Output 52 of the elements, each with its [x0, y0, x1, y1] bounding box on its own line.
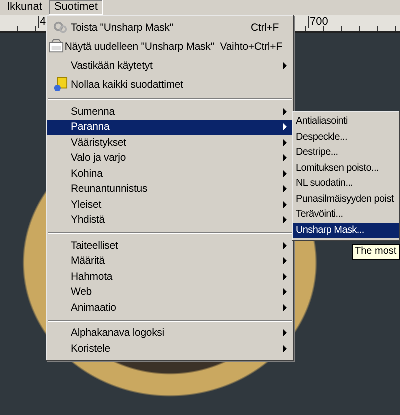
menu-item[interactable]: Taiteelliset [47, 238, 293, 254]
menu-item-label: Taiteelliset [71, 240, 120, 252]
menu-item[interactable]: Paranna [47, 120, 293, 135]
menu-item[interactable]: Sumenna [47, 104, 293, 120]
menu-item-label: Animaatio [71, 302, 118, 314]
ruler-label: 700 [308, 16, 328, 28]
menu-item-label: Yhdistä [71, 214, 106, 226]
tooltip: The most [352, 244, 400, 260]
menu-item-label: Paranna [71, 121, 111, 134]
menu-bar-item[interactable]: Suotimet [49, 0, 103, 15]
shortcut-label: Ctrl+F [251, 22, 279, 34]
menu-item[interactable]: Unsharp Mask... [293, 222, 399, 238]
menu-item[interactable]: Kohina [47, 166, 293, 182]
menu-item[interactable]: NL suodatin... [293, 176, 399, 192]
menu-item-label: Sumenna [71, 106, 116, 118]
menu-item-label: Vääristykset [71, 136, 128, 149]
menu-item[interactable]: Reunantunnistus [47, 182, 293, 197]
menu-item[interactable]: Vääristykset [47, 135, 293, 150]
menu-item[interactable]: Yleiset [47, 197, 293, 212]
menu-item[interactable]: Web [47, 284, 293, 300]
menu-item-label: Alphakanava logoksi [71, 327, 166, 340]
menu-item-label: Yleiset [71, 198, 103, 211]
menu-item[interactable]: Lomituksen poisto... [293, 160, 399, 176]
menu-item-label: Hahmota [71, 270, 114, 283]
menu-item-label: Määritä [71, 255, 106, 268]
menu-item[interactable]: Hahmota [47, 269, 293, 284]
menu-item[interactable]: Koristele [47, 341, 293, 356]
shortcut-label: Vaihto+Ctrl+F [220, 40, 282, 52]
menu-item[interactable]: Yhdistä [47, 212, 293, 228]
menu-item[interactable]: Despeckle... [293, 130, 399, 145]
menu-item[interactable]: Animaatio [47, 300, 293, 316]
menu-item-label: Valo ja varjo [71, 152, 128, 164]
menu-item[interactable]: Näytä uudelleen "Unsharp Mask" Vaihto+Ctrl+F [47, 37, 293, 56]
menu-item[interactable]: Terävöinti... [293, 207, 399, 222]
menu-item-label: Nollaa kaikki suodattimet [71, 78, 184, 90]
menu-item-label: Vastikään käytetyt [71, 60, 154, 72]
menu-item-label: Näytä uudelleen "Unsharp Mask" [64, 40, 214, 52]
menu-item[interactable]: Valo ja varjo [47, 150, 293, 166]
menu-item-label: Web [71, 286, 93, 298]
menu-item[interactable]: Vastikään käytetyt [47, 56, 293, 75]
menu-item[interactable]: Antialiasointi [293, 114, 399, 130]
menu-item[interactable]: Destripe... [293, 145, 399, 160]
menu-item[interactable]: Alphakanava logoksi [47, 326, 293, 341]
menu-item-label: Reunantunnistus [71, 183, 149, 196]
menu-item-label: Koristele [71, 342, 112, 355]
menu-item[interactable]: Punasilmäisyyden poist [293, 192, 399, 207]
menu-item-label: Toista "Unsharp Mask" [71, 22, 174, 34]
menu-bar-item[interactable]: Ikkunat [2, 0, 48, 15]
menu-item[interactable]: Nollaa kaikki suodattimet [47, 75, 293, 94]
menu-item[interactable]: Toista "Unsharp Mask" Ctrl+F [47, 18, 293, 37]
menu-item-label: Kohina [71, 168, 104, 180]
menu-item[interactable]: Määritä [47, 254, 293, 269]
